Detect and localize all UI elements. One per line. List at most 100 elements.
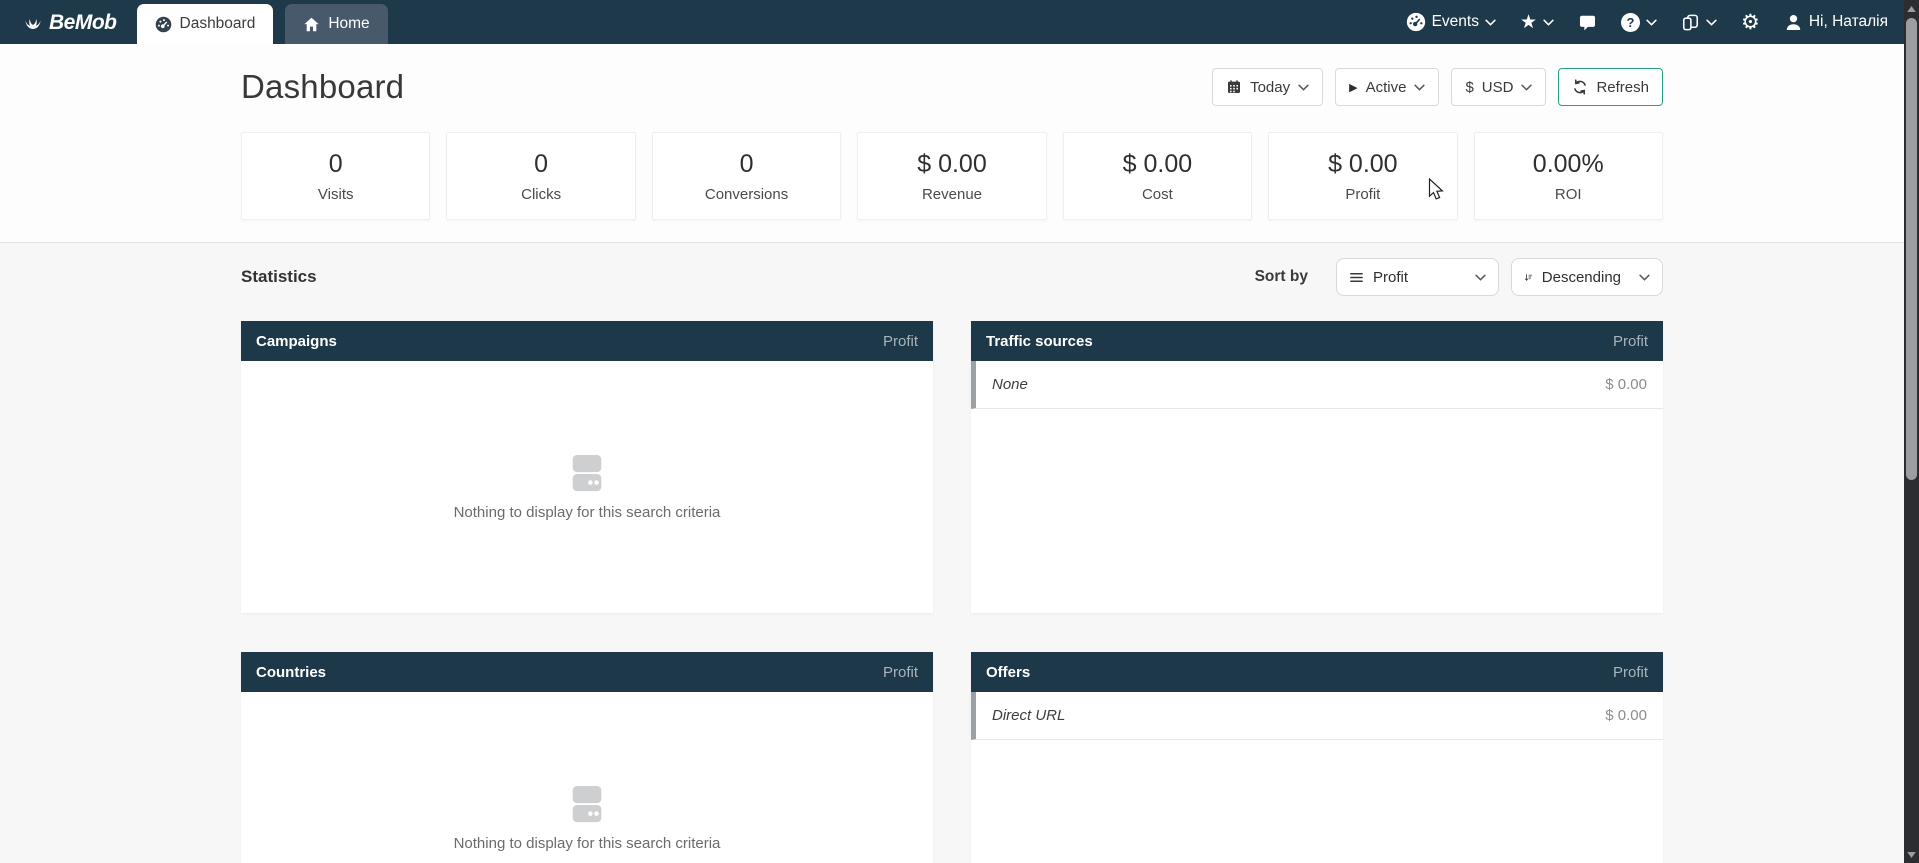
panel-offers: Offers Profit Direct URL $ 0.00 bbox=[971, 652, 1663, 863]
empty-state: Nothing to display for this search crite… bbox=[241, 361, 933, 613]
dashboard-header-section: Dashboard Today bbox=[0, 44, 1904, 242]
bemob-logo[interactable]: BeMob bbox=[22, 11, 117, 35]
chat-bubble-icon bbox=[1578, 13, 1597, 32]
mouse-cursor bbox=[1428, 178, 1447, 202]
refresh-button[interactable]: Refresh bbox=[1558, 68, 1663, 106]
summary-card-cost: $ 0.00 Cost bbox=[1063, 132, 1252, 220]
summary-card-profit: $ 0.00 Profit bbox=[1268, 132, 1457, 220]
summary-card-visits: 0 Visits bbox=[241, 132, 430, 220]
user-icon bbox=[1784, 13, 1803, 32]
refresh-icon bbox=[1572, 79, 1588, 95]
statistics-title: Statistics bbox=[241, 267, 317, 287]
user-menu[interactable]: Hi, Наталія bbox=[1784, 13, 1888, 32]
date-range-button[interactable]: Today bbox=[1212, 68, 1323, 106]
panel-header: Campaigns Profit bbox=[241, 321, 933, 361]
chevron-down-icon bbox=[1543, 19, 1554, 26]
currency-button[interactable]: $ USD bbox=[1451, 68, 1546, 106]
date-range-label: Today bbox=[1250, 79, 1290, 96]
panel-countries: Countries Profit Nothing to display for … bbox=[241, 652, 933, 863]
panel-title: Offers bbox=[986, 664, 1030, 681]
chevron-down-icon bbox=[1414, 84, 1425, 91]
card-value: $ 0.00 bbox=[917, 150, 987, 179]
stat-row: Direct URL $ 0.00 bbox=[971, 692, 1663, 740]
bemob-logo-icon bbox=[22, 12, 44, 34]
stat-row: None $ 0.00 bbox=[971, 361, 1663, 409]
row-label: None bbox=[992, 376, 1028, 393]
empty-data-icon bbox=[564, 785, 610, 825]
tab-home[interactable]: Home bbox=[285, 4, 387, 44]
sort-field-dropdown[interactable]: Profit bbox=[1336, 258, 1499, 296]
summary-card-revenue: $ 0.00 Revenue bbox=[857, 132, 1046, 220]
sort-controls: Sort by Profit bbox=[1255, 258, 1663, 296]
status-filter-button[interactable]: ▶ Active bbox=[1335, 68, 1439, 106]
gear-icon: ⚙ bbox=[1741, 12, 1760, 33]
sort-by-label: Sort by bbox=[1255, 268, 1308, 286]
chevron-down-icon bbox=[1646, 19, 1657, 26]
tab-label: Dashboard bbox=[180, 15, 256, 33]
panel-campaigns: Campaigns Profit Nothing to display for … bbox=[241, 321, 933, 613]
chevron-down-icon bbox=[1485, 19, 1496, 26]
scrollbar-thumb[interactable] bbox=[1906, 18, 1917, 480]
scroll-up-arrow[interactable] bbox=[1904, 1, 1919, 16]
empty-state-message: Nothing to display for this search crite… bbox=[454, 835, 721, 852]
tab-label: Home bbox=[328, 15, 369, 33]
top-navbar: BeMob Dashboard Home bbox=[0, 0, 1904, 44]
panel-metric-label: Profit bbox=[1613, 664, 1648, 681]
card-value: $ 0.00 bbox=[1328, 150, 1398, 179]
settings-button[interactable]: ⚙ bbox=[1741, 12, 1760, 33]
main-content: Dashboard Today bbox=[0, 44, 1904, 863]
navbar-menu: Events ★ ? bbox=[1406, 0, 1904, 44]
card-label: Revenue bbox=[922, 186, 982, 203]
events-label: Events bbox=[1432, 13, 1479, 31]
events-gauge-icon bbox=[1406, 12, 1426, 32]
panel-header: Countries Profit bbox=[241, 652, 933, 692]
statistics-section: Statistics Sort by Profit bbox=[0, 242, 1904, 863]
events-menu[interactable]: Events bbox=[1406, 12, 1496, 32]
messages-button[interactable] bbox=[1578, 13, 1597, 32]
row-value: $ 0.00 bbox=[1605, 707, 1647, 724]
card-value: 0 bbox=[329, 150, 343, 179]
card-value: 0 bbox=[740, 150, 754, 179]
gauge-icon bbox=[155, 16, 172, 33]
dashboard-toolbar: Today ▶ Active $ USD bbox=[1212, 68, 1663, 106]
card-value: 0.00% bbox=[1533, 150, 1604, 179]
list-icon bbox=[1349, 270, 1364, 285]
card-label: Cost bbox=[1142, 186, 1173, 203]
chevron-down-icon bbox=[1475, 274, 1486, 281]
row-label: Direct URL bbox=[992, 707, 1065, 724]
sort-direction-dropdown[interactable]: Descending bbox=[1511, 258, 1663, 296]
empty-state-message: Nothing to display for this search crite… bbox=[454, 504, 721, 521]
scroll-down-arrow[interactable] bbox=[1904, 847, 1919, 862]
chevron-down-icon bbox=[1521, 84, 1532, 91]
logo-text: BeMob bbox=[49, 11, 117, 35]
statistics-panels: Campaigns Profit Nothing to display for … bbox=[241, 321, 1663, 863]
card-value: 0 bbox=[534, 150, 548, 179]
stacked-pages-icon bbox=[1681, 13, 1700, 32]
panel-header: Traffic sources Profit bbox=[971, 321, 1663, 361]
favorites-menu[interactable]: ★ bbox=[1520, 13, 1554, 32]
tab-dashboard[interactable]: Dashboard bbox=[137, 4, 274, 44]
help-menu[interactable]: ? bbox=[1621, 13, 1657, 32]
empty-data-icon bbox=[564, 454, 610, 494]
currency-label: USD bbox=[1482, 79, 1514, 96]
resources-menu[interactable] bbox=[1681, 13, 1717, 32]
calendar-icon bbox=[1226, 79, 1242, 95]
panel-metric-label: Profit bbox=[1613, 333, 1648, 350]
panel-title: Campaigns bbox=[256, 333, 337, 350]
chevron-down-icon bbox=[1298, 84, 1309, 91]
panel-metric-label: Profit bbox=[883, 333, 918, 350]
chevron-down-icon bbox=[1639, 274, 1650, 281]
sort-direction-value: Descending bbox=[1542, 269, 1621, 286]
panel-header: Offers Profit bbox=[971, 652, 1663, 692]
panel-title: Countries bbox=[256, 664, 326, 681]
sort-field-value: Profit bbox=[1373, 269, 1408, 286]
refresh-label: Refresh bbox=[1596, 79, 1649, 96]
card-label: Profit bbox=[1345, 186, 1380, 203]
empty-state: Nothing to display for this search crite… bbox=[241, 692, 933, 863]
card-label: ROI bbox=[1555, 186, 1582, 203]
summary-card-clicks: 0 Clicks bbox=[446, 132, 635, 220]
page-title: Dashboard bbox=[241, 68, 404, 106]
vertical-scrollbar[interactable] bbox=[1904, 0, 1919, 863]
star-icon: ★ bbox=[1520, 13, 1537, 32]
row-value: $ 0.00 bbox=[1605, 376, 1647, 393]
